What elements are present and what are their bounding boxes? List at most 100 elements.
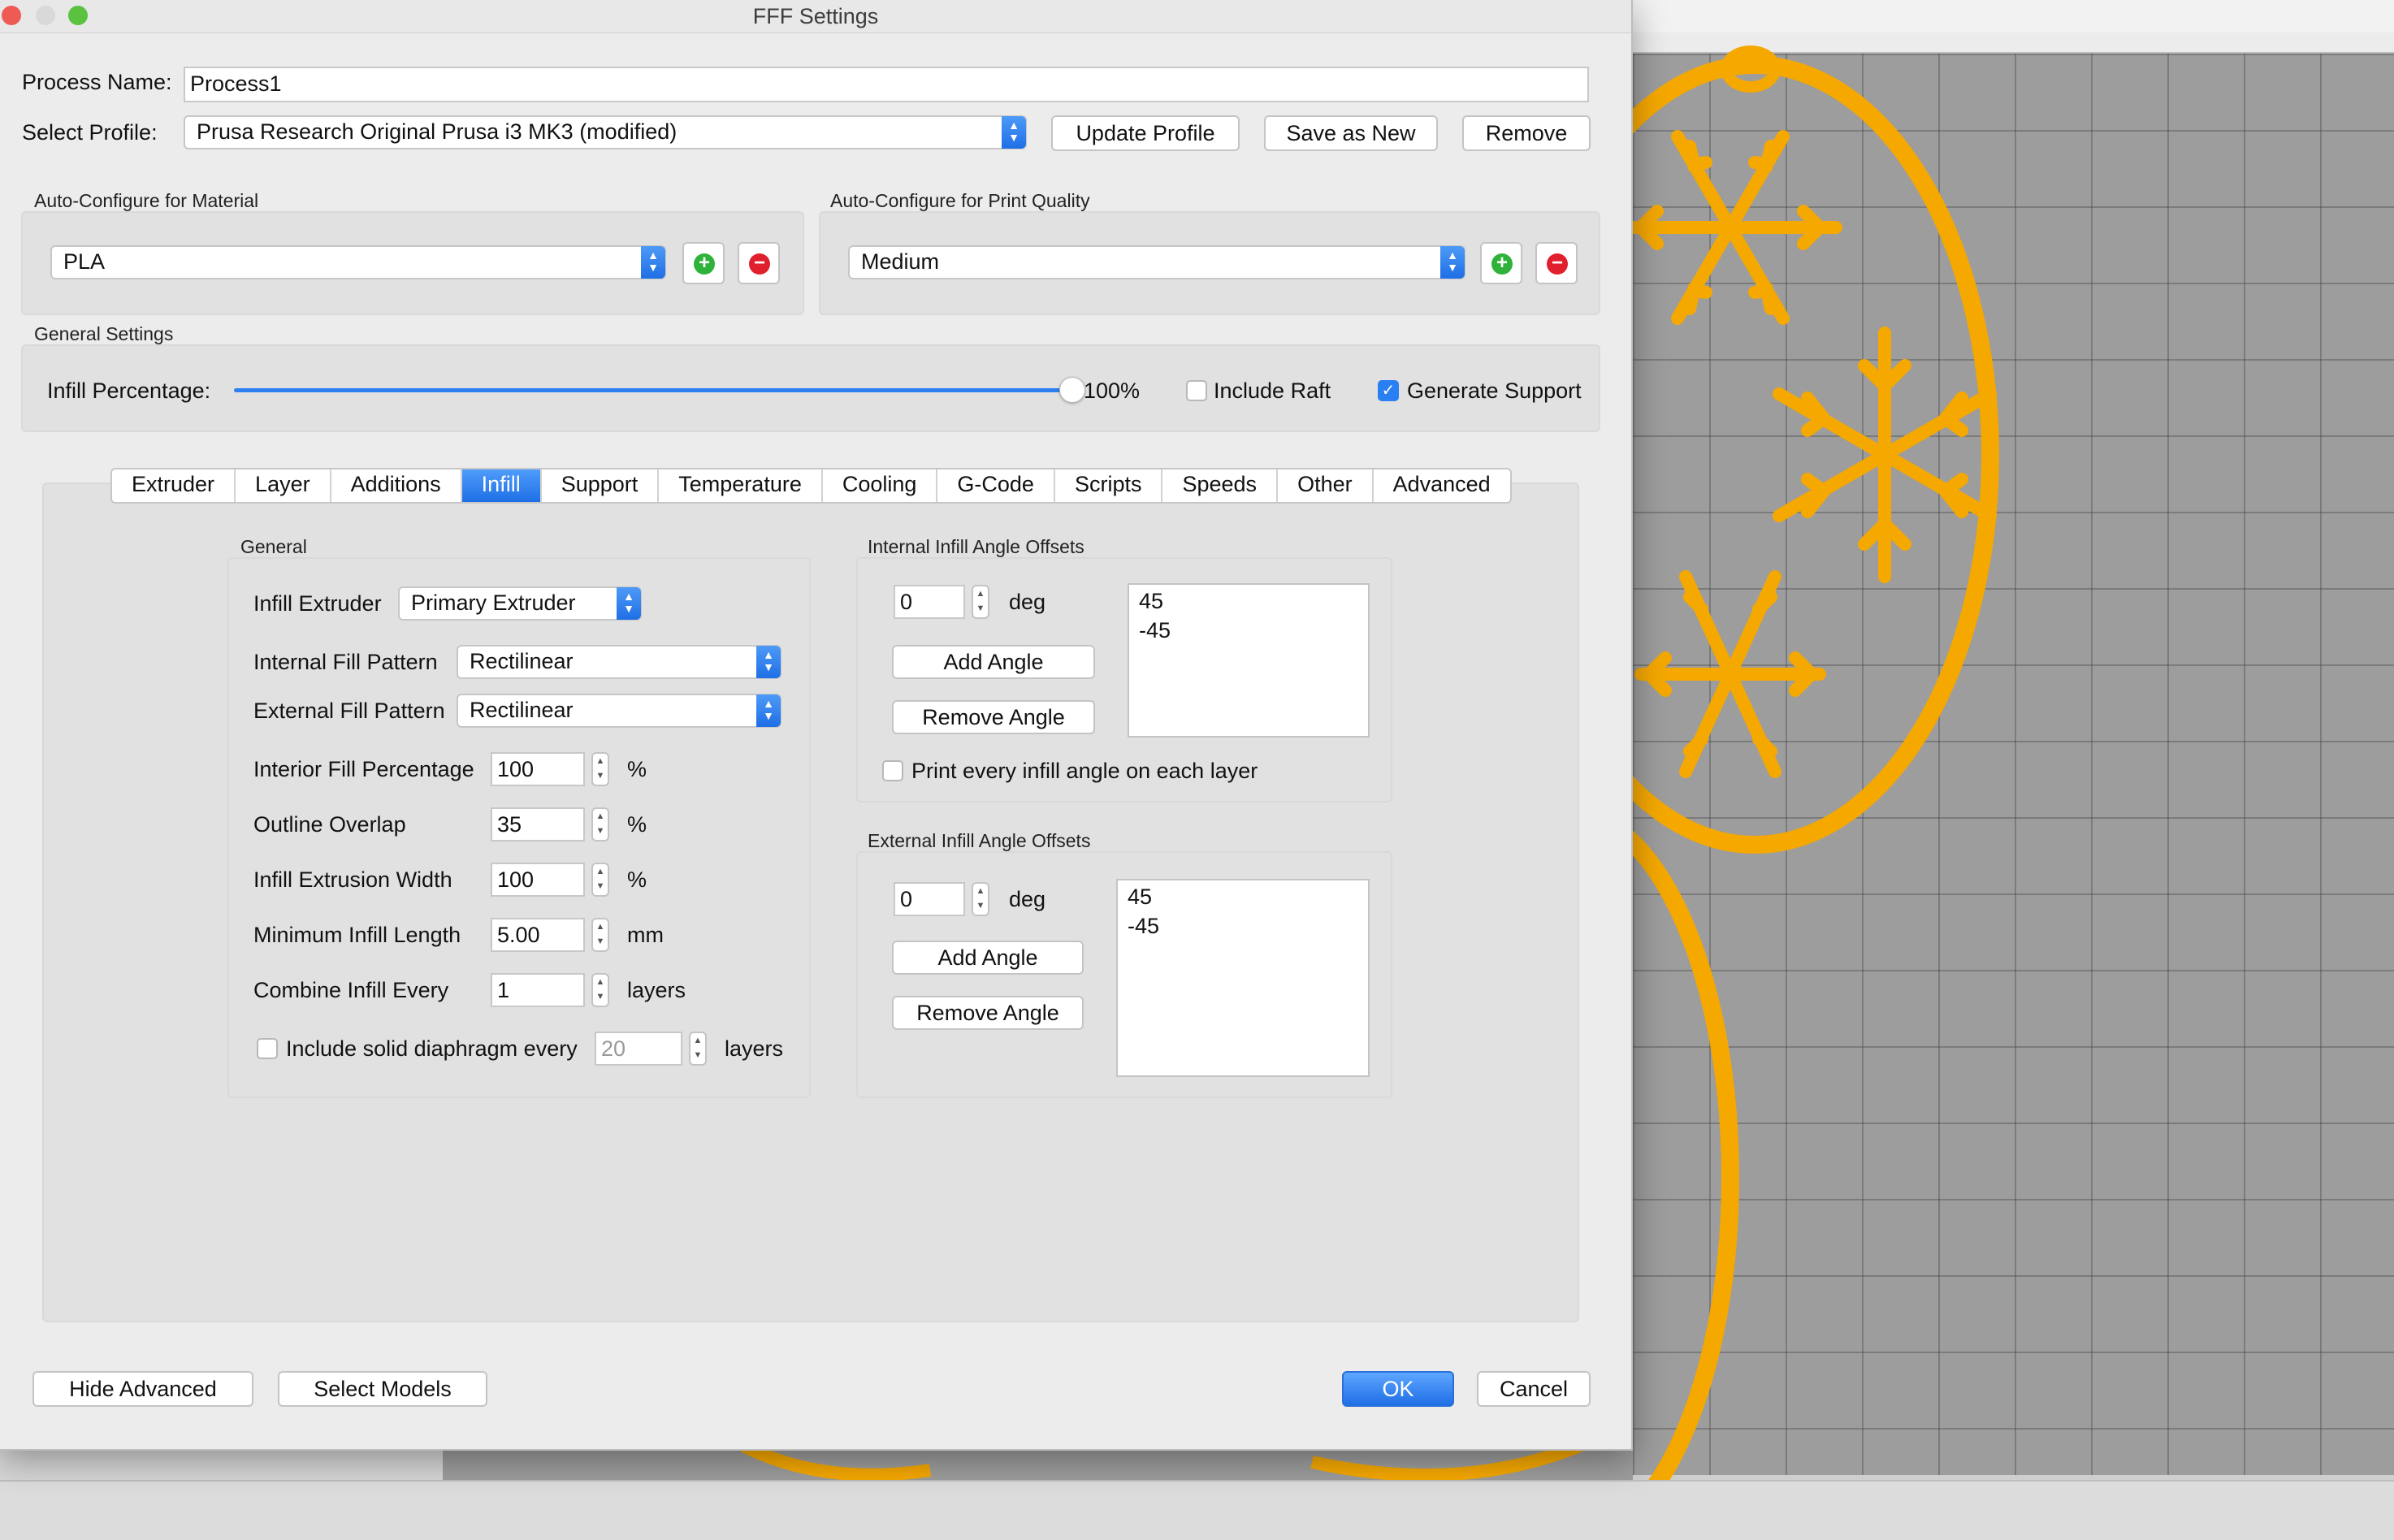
tab-g-code[interactable]: G-Code (937, 469, 1055, 502)
list-item[interactable]: 45 (1128, 882, 1358, 911)
ok-button[interactable]: OK (1342, 1371, 1454, 1407)
3d-viewport[interactable] (1633, 0, 2394, 1538)
tab-scripts[interactable]: Scripts (1055, 469, 1163, 502)
quality-select-value: Medium (861, 249, 940, 274)
solid-diaphragm-unit: layers (725, 1036, 784, 1061)
quality-heading: Auto-Configure for Print Quality (830, 190, 1090, 211)
include-raft-checkbox[interactable] (1186, 380, 1207, 401)
external-offsets-heading: External Infill Angle Offsets (868, 830, 1091, 851)
title-bar: FFF Settings (0, 0, 1631, 33)
list-item[interactable]: 45 (1139, 586, 1358, 616)
combine-infill-every-stepper[interactable]: ▲ ▼ (591, 973, 609, 1007)
tab-extruder[interactable]: Extruder (112, 469, 236, 502)
tab-additions[interactable]: Additions (331, 469, 462, 502)
infill-general-group: Infill Extruder Primary Extruder ▲ ▼ Inte… (227, 557, 811, 1098)
infill-percentage-label: Infill Percentage: (47, 379, 211, 403)
add-material-button[interactable]: + (682, 242, 725, 284)
generate-support-checkbox[interactable]: ✓ (1378, 380, 1399, 401)
interior-fill-percentage-stepper[interactable]: ▲ ▼ (591, 752, 609, 786)
tab-support[interactable]: Support (542, 469, 660, 502)
external-fill-pattern-label: External Fill Pattern (253, 699, 445, 723)
combine-infill-every-label: Combine Infill Every (253, 978, 449, 1002)
list-item[interactable]: -45 (1128, 911, 1358, 941)
external-angle-unit: deg (1009, 887, 1046, 911)
infill-slider-track[interactable] (234, 388, 1079, 392)
generate-support-label: Generate Support (1407, 379, 1582, 403)
material-heading: Auto-Configure for Material (34, 190, 259, 211)
chevron-updown-icon: ▲ ▼ (756, 646, 781, 678)
internal-angle-input[interactable]: 0 (894, 585, 965, 619)
internal-fill-pattern-select[interactable]: Rectilinear ▲ ▼ (457, 645, 781, 679)
tab-infill[interactable]: Infill (461, 469, 542, 502)
remove-quality-button[interactable]: − (1535, 242, 1578, 284)
chevron-updown-icon: ▲ ▼ (1002, 116, 1026, 149)
ornament-model[interactable] (1633, 0, 2394, 1538)
fff-settings-dialog: FFF Settings Process Name: Process1 Sele… (0, 0, 1633, 1451)
every-layer-checkbox[interactable] (882, 760, 903, 781)
internal-add-angle-button[interactable]: Add Angle (892, 645, 1095, 679)
include-raft-label: Include Raft (1214, 379, 1331, 403)
external-remove-angle-button[interactable]: Remove Angle (892, 996, 1084, 1030)
combine-infill-every-input[interactable]: 1 (491, 973, 585, 1007)
material-select-value: PLA (63, 249, 106, 274)
ornament-ring-lower (1633, 830, 1739, 1525)
internal-remove-angle-button[interactable]: Remove Angle (892, 700, 1095, 734)
tab-layer[interactable]: Layer (236, 469, 331, 502)
tab-temperature[interactable]: Temperature (659, 469, 823, 502)
update-profile-button[interactable]: Update Profile (1051, 115, 1240, 151)
remove-profile-button[interactable]: Remove (1462, 115, 1591, 151)
settings-tab-bar: Extruder Layer Additions Infill Support Tempe… (110, 468, 1512, 504)
tab-cooling[interactable]: Cooling (823, 469, 938, 502)
hide-advanced-button[interactable]: Hide Advanced (32, 1371, 253, 1407)
snowflake-top (1633, 130, 1842, 325)
external-add-angle-button[interactable]: Add Angle (892, 941, 1084, 975)
save-as-new-button[interactable]: Save as New (1264, 115, 1438, 151)
infill-extruder-select[interactable]: Primary Extruder ▲ ▼ (398, 586, 642, 621)
infill-extruder-label: Infill Extruder (253, 591, 382, 616)
solid-diaphragm-stepper[interactable]: ▲ ▼ (689, 1032, 707, 1066)
profile-select[interactable]: Prusa Research Original Prusa i3 MK3 (mo… (184, 115, 1027, 149)
bottom-left-panel (0, 1446, 443, 1482)
ornament-ring-upper (1633, 56, 1999, 854)
internal-offsets-heading: Internal Infill Angle Offsets (868, 536, 1084, 557)
snowflake-middle (1773, 327, 1997, 583)
tab-advanced[interactable]: Advanced (1374, 469, 1510, 502)
select-models-button[interactable]: Select Models (278, 1371, 487, 1407)
ornament-model-bottom (740, 1439, 1582, 1482)
internal-angle-list[interactable]: 45 -45 (1128, 583, 1370, 738)
outline-overlap-input[interactable]: 35 (491, 807, 585, 841)
chevron-updown-icon: ▲ ▼ (756, 694, 781, 727)
internal-angle-stepper[interactable]: ▲ ▼ (972, 585, 989, 619)
cancel-button[interactable]: Cancel (1477, 1371, 1591, 1407)
infill-extruder-value: Primary Extruder (411, 590, 576, 615)
internal-fill-pattern-label: Internal Fill Pattern (253, 650, 438, 674)
quality-group: Medium ▲ ▼ + − (819, 211, 1600, 315)
external-fill-pattern-select[interactable]: Rectilinear ▲ ▼ (457, 694, 781, 728)
external-angle-stepper[interactable]: ▲ ▼ (972, 882, 989, 916)
infill-extrusion-width-stepper[interactable]: ▲ ▼ (591, 863, 609, 897)
external-angle-list[interactable]: 45 -45 (1116, 879, 1370, 1077)
select-profile-label: Select Profile: (22, 120, 158, 145)
material-select[interactable]: PLA ▲ ▼ (50, 245, 666, 279)
list-item[interactable]: -45 (1139, 616, 1358, 645)
infill-percentage-value: 100% (1084, 379, 1141, 403)
tab-other[interactable]: Other (1278, 469, 1374, 502)
process-name-input[interactable]: Process1 (184, 67, 1589, 102)
infill-general-heading: General (240, 536, 307, 557)
infill-extrusion-width-input[interactable]: 100 (491, 863, 585, 897)
minimum-infill-length-stepper[interactable]: ▲ ▼ (591, 918, 609, 952)
minimum-infill-length-input[interactable]: 5.00 (491, 918, 585, 952)
remove-material-button[interactable]: − (738, 242, 780, 284)
solid-diaphragm-checkbox[interactable] (257, 1038, 278, 1059)
infill-slider-knob[interactable] (1059, 377, 1085, 403)
outline-overlap-stepper[interactable]: ▲ ▼ (591, 807, 609, 841)
combine-infill-every-unit: layers (627, 978, 686, 1002)
interior-fill-percentage-unit: % (627, 757, 647, 781)
solid-diaphragm-input[interactable]: 20 (595, 1032, 682, 1066)
tab-speeds[interactable]: Speeds (1162, 469, 1279, 502)
add-quality-button[interactable]: + (1480, 242, 1522, 284)
interior-fill-percentage-input[interactable]: 100 (491, 752, 585, 786)
external-angle-input[interactable]: 0 (894, 882, 965, 916)
quality-select[interactable]: Medium ▲ ▼ (848, 245, 1465, 279)
minimum-infill-length-unit: mm (627, 923, 664, 947)
